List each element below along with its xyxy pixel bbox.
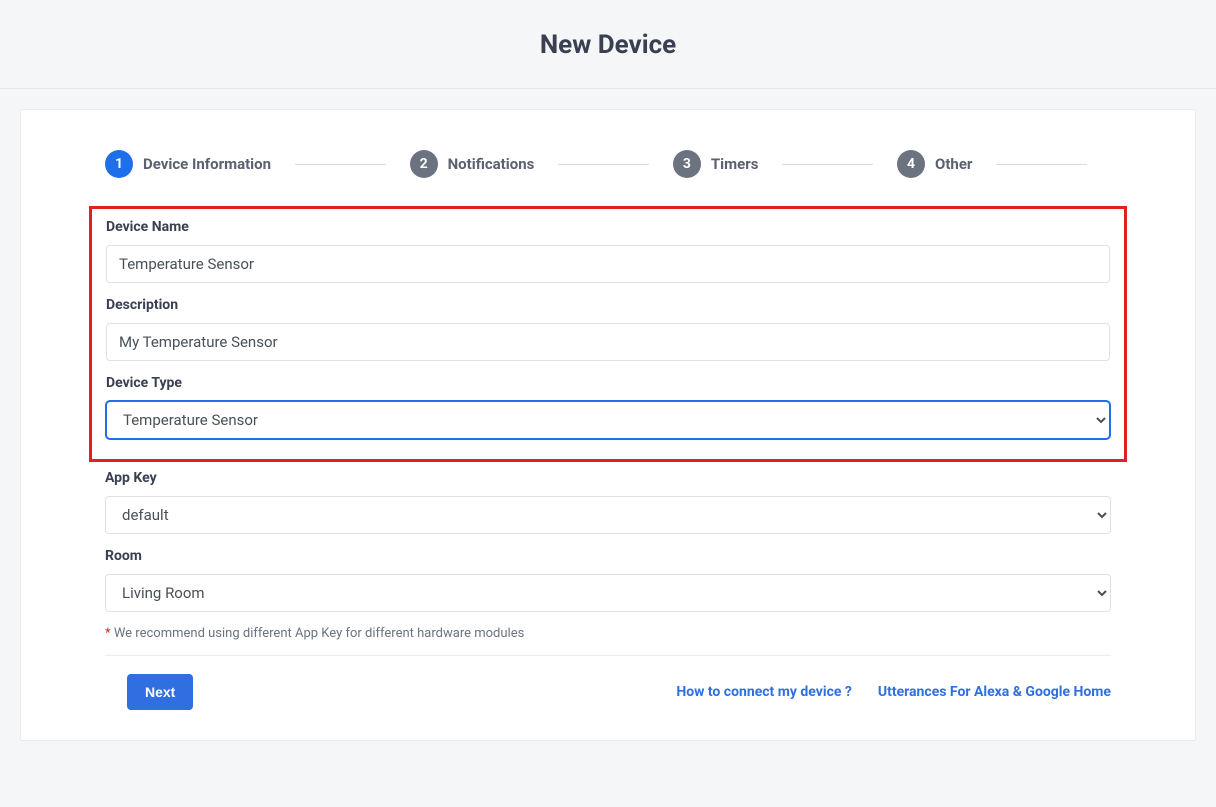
step-divider (295, 164, 386, 165)
divider (105, 655, 1111, 656)
step-other[interactable]: 4 Other (897, 150, 972, 178)
step-divider (996, 164, 1087, 165)
device-name-input[interactable] (106, 245, 1110, 283)
app-key-note: * We recommend using different App Key f… (105, 626, 1111, 641)
step-label: Timers (711, 155, 759, 173)
step-notifications[interactable]: 2 Notifications (410, 150, 535, 178)
step-number-icon: 2 (410, 150, 438, 178)
next-button[interactable]: Next (127, 674, 193, 710)
step-label: Notifications (448, 155, 535, 173)
highlight-annotation: Device Name Description Device Type Temp… (89, 206, 1127, 462)
stepper: 1 Device Information 2 Notifications 3 T… (21, 150, 1195, 178)
required-star-icon: * (105, 626, 111, 641)
room-label: Room (105, 548, 1111, 564)
field-device-name: Device Name (106, 219, 1110, 283)
device-type-select[interactable]: Temperature Sensor (106, 401, 1110, 439)
link-how-to-connect[interactable]: How to connect my device ? (676, 684, 852, 700)
step-divider (782, 164, 873, 165)
field-device-type: Device Type Temperature Sensor (106, 375, 1110, 439)
field-app-key: App Key default (105, 470, 1111, 534)
field-room: Room Living Room (105, 548, 1111, 612)
app-key-select[interactable]: default (105, 496, 1111, 534)
app-key-label: App Key (105, 470, 1111, 486)
page-title: New Device (0, 30, 1216, 60)
lower-form-section: App Key default Room Living Room * We re… (21, 462, 1195, 710)
footer-links: How to connect my device ? Utterances Fo… (676, 684, 1111, 700)
page-header: New Device (0, 0, 1216, 89)
step-timers[interactable]: 3 Timers (673, 150, 759, 178)
description-label: Description (106, 297, 1110, 313)
note-text: We recommend using different App Key for… (114, 626, 524, 641)
step-label: Device Information (143, 155, 271, 173)
room-select[interactable]: Living Room (105, 574, 1111, 612)
link-utterances[interactable]: Utterances For Alexa & Google Home (878, 684, 1111, 700)
step-number-icon: 3 (673, 150, 701, 178)
footer-row: Next How to connect my device ? Utteranc… (105, 674, 1111, 710)
field-description: Description (106, 297, 1110, 361)
step-divider (558, 164, 649, 165)
device-name-label: Device Name (106, 219, 1110, 235)
step-label: Other (935, 155, 972, 173)
step-device-information[interactable]: 1 Device Information (105, 150, 271, 178)
step-number-icon: 1 (105, 150, 133, 178)
step-number-icon: 4 (897, 150, 925, 178)
device-type-label: Device Type (106, 375, 1110, 391)
description-input[interactable] (106, 323, 1110, 361)
form-card: 1 Device Information 2 Notifications 3 T… (20, 109, 1196, 741)
